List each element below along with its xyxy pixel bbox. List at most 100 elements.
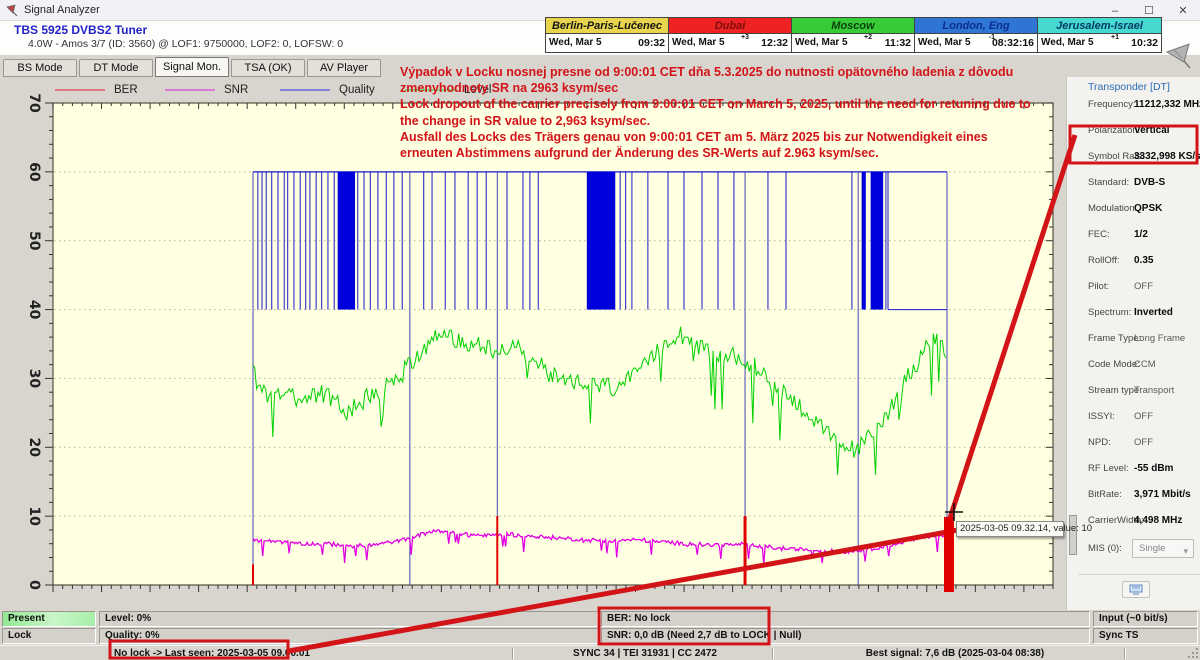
legend-swatch bbox=[165, 89, 215, 91]
output-device-button[interactable] bbox=[1122, 581, 1150, 598]
annotation-line-6: erneuten Abstimmens aufgrund der Änderun… bbox=[400, 145, 1076, 161]
mode-tabs: BS ModeDT ModeSignal Mon.TSA (OK)AV Play… bbox=[0, 57, 400, 77]
input-rate-cell: Input (~0 bit/s) bbox=[1093, 611, 1198, 627]
clock-time: 12:32 bbox=[761, 37, 788, 49]
satellite-dish-icon bbox=[1164, 41, 1194, 76]
sidebar-row-bitrate: BitRate: 3,971 Mbit/s bbox=[1078, 489, 1200, 503]
clock-time: 11:32 bbox=[885, 37, 911, 49]
ber-bar: BER: No lock bbox=[601, 611, 1090, 627]
tab-tsa-ok-[interactable]: TSA (OK) bbox=[231, 59, 305, 77]
annotation-line-3: Lock dropout of the carrier precisely fr… bbox=[400, 96, 1076, 112]
transponder-sidebar: Transponder [DT] Frequency:11212,332 MHz… bbox=[1078, 77, 1200, 610]
sidebar-row-label: BitRate: bbox=[1088, 489, 1122, 500]
clock-city-label: Dubai bbox=[669, 18, 791, 34]
annotation-line-2: zmenyhodnoty SR na 2963 ksym/sec bbox=[400, 80, 1076, 96]
sidebar-row-issyi: ISSYI: OFF bbox=[1078, 411, 1200, 425]
svg-text:60: 60 bbox=[26, 162, 42, 182]
sidebar-row-spectrum: Spectrum:Inverted bbox=[1078, 307, 1200, 321]
sidebar-row-frequency: Frequency:11212,332 MHz bbox=[1078, 99, 1200, 113]
cursor-tooltip: 2025-03-05 09.32.14, value: 10 bbox=[956, 521, 1064, 537]
sidebar-row-value: OFF bbox=[1134, 411, 1153, 422]
sidebar-row-value: QPSK bbox=[1134, 203, 1162, 214]
sidebar-row-value: 4,498 MHz bbox=[1134, 515, 1182, 526]
tab-av-player[interactable]: AV Player bbox=[307, 59, 381, 77]
clock-city-label: London, Eng bbox=[915, 18, 1037, 34]
header: TBS 5925 DVBS2 Tuner 4.0W - Amos 3/7 (ID… bbox=[0, 21, 1200, 55]
sidebar-row-npd: NPD:OFF bbox=[1078, 437, 1200, 451]
sidebar-row-value: Long Frame bbox=[1134, 333, 1185, 344]
sync-ts-cell: Sync TS bbox=[1093, 628, 1198, 644]
sidebar-row-label: Spectrum: bbox=[1088, 307, 1131, 318]
resize-grip[interactable] bbox=[1186, 646, 1198, 658]
legend-swatch bbox=[280, 89, 330, 91]
annotation-line-5: Ausfall des Locks des Trägers genau von … bbox=[400, 129, 1076, 145]
monitor-icon bbox=[1129, 584, 1143, 595]
sidebar-row-value: 1/2 bbox=[1134, 229, 1148, 240]
sidebar-row-codemode: Code Mode:CCM bbox=[1078, 359, 1200, 373]
mis-dropdown[interactable]: Single ▾ bbox=[1132, 539, 1194, 558]
sidebar-row-value: Vertical bbox=[1134, 125, 1170, 136]
sidebar-row-label: Pilot: bbox=[1088, 281, 1109, 292]
status-no-lock: No lock -> Last seen: 2025-03-05 09.00.0… bbox=[114, 648, 310, 659]
sidebar-row-label: ISSYI: bbox=[1088, 411, 1115, 422]
sidebar-row-label: Code Mode: bbox=[1088, 359, 1140, 370]
clock-5: Jerusalem-IsraelWed, Mar 5+110:32 bbox=[1038, 18, 1161, 52]
tab-signal-mon-[interactable]: Signal Mon. bbox=[155, 57, 229, 77]
clock-utc-offset: +1 bbox=[1111, 34, 1119, 41]
clock-time-row: Wed, Mar 5+211:32 bbox=[792, 34, 914, 52]
window-title: Signal Analyzer bbox=[24, 4, 100, 16]
signal-analyzer-window: Signal Analyzer –☐✕ TBS 5925 DVBS2 Tuner… bbox=[0, 0, 1200, 660]
clock-time-row: Wed, Mar 5+110:32 bbox=[1038, 34, 1161, 52]
sidebar-row-value: 3,971 Mbit/s bbox=[1134, 489, 1191, 500]
annotation-line-1: Výpadok v Locku nosnej presne od 9:00:01… bbox=[400, 64, 1076, 80]
sidebar-title: Transponder [DT] bbox=[1088, 81, 1170, 93]
tab-dt-mode[interactable]: DT Mode bbox=[79, 59, 153, 77]
clock-city-label: Moscow bbox=[792, 18, 914, 34]
chevron-down-icon: ▾ bbox=[1183, 543, 1188, 560]
sidebar-row-label: Frequency: bbox=[1088, 99, 1136, 110]
snr-bar: SNR: 0,0 dB (Need 2,7 dB to LOCK | Null) bbox=[601, 628, 1090, 644]
legend-label: BER bbox=[114, 84, 138, 96]
legend-item-ber: BER bbox=[55, 82, 138, 97]
clock-date: Wed, Mar 5 bbox=[1041, 37, 1094, 48]
clock-3: MoscowWed, Mar 5+211:32 bbox=[792, 18, 915, 52]
sidebar-row-carrierwidth: CarrierWidth:4,498 MHz bbox=[1078, 515, 1200, 529]
clock-date: Wed, Mar 5 bbox=[672, 37, 725, 48]
sidebar-row-value: CCM bbox=[1134, 359, 1156, 370]
legend-label: SNR bbox=[224, 84, 248, 96]
sidebar-row-label: Polarization: bbox=[1088, 125, 1140, 136]
sidebar-row-value: 0.35 bbox=[1134, 255, 1153, 266]
sidebar-row-rflevel: RF Level:-55 dBm bbox=[1078, 463, 1200, 477]
clock-time-row: Wed, Mar 509:32 bbox=[546, 34, 668, 52]
sidebar-row-value: OFF bbox=[1134, 281, 1153, 292]
close-button[interactable]: ✕ bbox=[1166, 0, 1200, 21]
scrollbar-thumb[interactable] bbox=[1069, 515, 1077, 555]
clock-4: London, EngWed, Mar 5-108:32:16 bbox=[915, 18, 1038, 52]
clock-city-label: Berlin-Paris-Lučenec bbox=[546, 18, 668, 34]
clock-date: Wed, Mar 5 bbox=[795, 37, 848, 48]
status-best-signal: Best signal: 7,6 dB (2025-03-04 08:38) bbox=[790, 648, 1120, 659]
app-icon bbox=[6, 4, 19, 17]
clock-city-label: Jerusalem-Israel bbox=[1038, 18, 1161, 34]
mis-value: Single bbox=[1139, 543, 1165, 554]
clock-time-row: Wed, Mar 5+312:32 bbox=[669, 34, 791, 52]
sidebar-row-fec: FEC:1/2 bbox=[1078, 229, 1200, 243]
annotation-text: Výpadok v Locku nosnej presne od 9:00:01… bbox=[400, 64, 1076, 161]
legend-label: Quality bbox=[339, 84, 375, 96]
status-bar: No lock -> Last seen: 2025-03-05 09.00.0… bbox=[0, 645, 1200, 660]
clock-time: 09:32 bbox=[638, 37, 665, 49]
world-clocks: Berlin-Paris-LučenecWed, Mar 509:32Dubai… bbox=[545, 17, 1162, 53]
legend-item-snr: SNR bbox=[165, 82, 248, 97]
sidebar-row-standard: Standard:DVB-S bbox=[1078, 177, 1200, 191]
mis-label: MIS (0): bbox=[1088, 543, 1122, 554]
sidebar-row-symbolrate: Symbol Rate:3332,998 KS/s bbox=[1078, 151, 1200, 165]
sidebar-row-pilot: Pilot: OFF bbox=[1078, 281, 1200, 295]
svg-text:0: 0 bbox=[26, 580, 42, 590]
sidebar-row-rolloff: RollOff:0.35 bbox=[1078, 255, 1200, 269]
sidebar-row-value: 11212,332 MHz bbox=[1134, 99, 1200, 110]
tab-bs-mode[interactable]: BS Mode bbox=[3, 59, 77, 77]
tuner-title: TBS 5925 DVBS2 Tuner bbox=[14, 23, 147, 37]
quality-bar: Quality: 0% bbox=[99, 628, 598, 644]
present-indicator: Present bbox=[2, 611, 96, 627]
sidebar-row-label: Standard: bbox=[1088, 177, 1129, 188]
